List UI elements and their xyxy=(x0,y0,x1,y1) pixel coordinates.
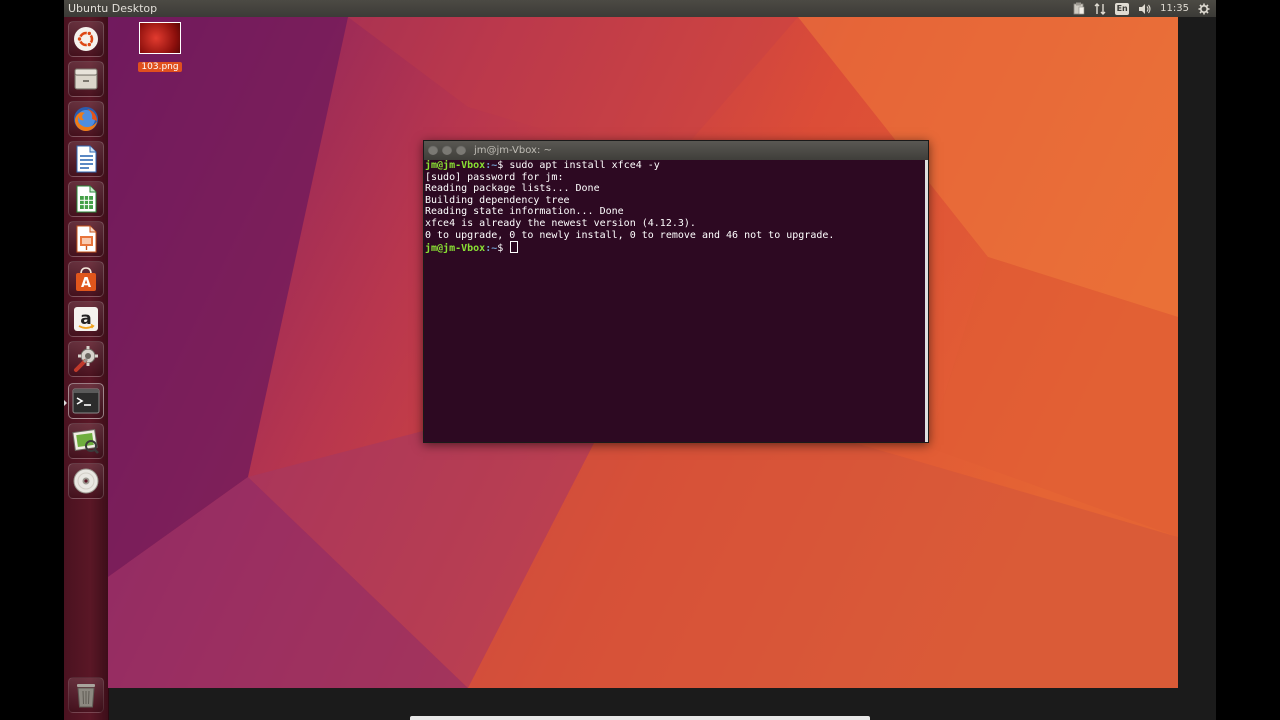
unity-launcher: A a xyxy=(64,17,109,720)
text-cursor xyxy=(510,241,519,254)
desktop-area[interactable]: 103.png jm@jm-Vbox: ~ jm@jm-Vbox:~$ sudo… xyxy=(108,17,1178,688)
terminal-title: jm@jm-Vbox: ~ xyxy=(474,145,552,156)
terminal-line: Reading package lists... Done xyxy=(425,183,600,195)
prompt-user: jm@jm-Vbox xyxy=(425,160,486,171)
desktop-file-label: 103.png xyxy=(138,62,182,72)
network-arrows-icon[interactable] xyxy=(1094,0,1106,17)
launcher-impress[interactable] xyxy=(68,221,104,257)
launcher-calc[interactable] xyxy=(68,181,104,217)
prompt-user: jm@jm-Vbox xyxy=(425,243,486,255)
calc-spreadsheet-icon xyxy=(74,185,98,213)
prompt-symbol: $ xyxy=(497,243,510,255)
launcher-system-settings[interactable] xyxy=(68,341,104,377)
terminal-line-prompt: jm@jm-Vbox:~$ xyxy=(425,241,923,255)
indicator-area: En 11:35 xyxy=(1073,0,1210,17)
minimize-button[interactable] xyxy=(442,145,452,155)
command-text: sudo apt install xfce4 -y xyxy=(509,160,660,171)
prompt-path: :~ xyxy=(485,160,498,171)
disc-icon xyxy=(72,467,100,495)
image-thumbnail xyxy=(139,22,181,54)
launcher-dash-home[interactable] xyxy=(68,21,104,57)
terminal-line: xfce4 is already the newest version (4.1… xyxy=(425,217,696,229)
launcher-files[interactable] xyxy=(68,61,104,97)
prompt-symbol: $ xyxy=(497,160,510,171)
svg-text:A: A xyxy=(81,276,91,291)
svg-text:a: a xyxy=(80,309,91,329)
clipboard-icon[interactable] xyxy=(1073,0,1085,17)
launcher-terminal[interactable] xyxy=(68,383,104,419)
desktop-file-103-png[interactable]: 103.png xyxy=(138,22,182,73)
terminal-line: Reading state information... Done xyxy=(425,206,624,218)
terminal-output[interactable]: jm@jm-Vbox:~$ sudo apt install xfce4 -y[… xyxy=(424,160,923,442)
trash-icon xyxy=(74,681,98,709)
terminal-titlebar[interactable]: jm@jm-Vbox: ~ xyxy=(424,141,928,160)
terminal-window[interactable]: jm@jm-Vbox: ~ jm@jm-Vbox:~$ sudo apt ins… xyxy=(423,140,929,443)
launcher-running-indicator xyxy=(64,400,67,406)
impress-presentation-icon xyxy=(74,225,98,253)
ubuntu-logo-icon xyxy=(73,26,99,52)
maximize-button[interactable] xyxy=(456,145,466,155)
clock[interactable]: 11:35 xyxy=(1160,0,1189,17)
launcher-firefox[interactable] xyxy=(68,101,104,137)
top-panel: Ubuntu Desktop En 11:35 xyxy=(64,0,1216,17)
launcher-writer[interactable] xyxy=(68,141,104,177)
terminal-line: [sudo] password for jm: xyxy=(425,171,564,183)
settings-tools-icon xyxy=(72,345,100,373)
launcher-disc[interactable] xyxy=(68,463,104,499)
terminal-scrollbar[interactable] xyxy=(925,160,928,442)
keyboard-icon[interactable]: En xyxy=(1115,0,1130,17)
file-cabinet-icon xyxy=(73,66,99,92)
launcher-image-viewer[interactable] xyxy=(68,423,104,459)
launcher-ubuntu-software[interactable]: A xyxy=(68,261,104,297)
image-viewer-icon xyxy=(72,427,100,455)
software-bag-icon: A xyxy=(72,265,100,293)
gear-icon[interactable] xyxy=(1198,0,1210,17)
volume-icon[interactable] xyxy=(1138,0,1151,17)
prompt-path: :~ xyxy=(485,243,498,255)
terminal-line: 0 to upgrade, 0 to newly install, 0 to r… xyxy=(425,229,835,241)
close-button[interactable] xyxy=(428,145,438,155)
terminal-icon xyxy=(72,388,100,414)
firefox-icon xyxy=(72,105,100,133)
video-progress-bar xyxy=(410,716,870,720)
launcher-trash[interactable] xyxy=(68,677,104,713)
window-title: Ubuntu Desktop xyxy=(68,2,158,15)
terminal-line-command: jm@jm-Vbox:~$ sudo apt install xfce4 -y xyxy=(425,160,923,172)
launcher-amazon[interactable]: a xyxy=(68,301,104,337)
writer-document-icon xyxy=(74,145,98,173)
amazon-icon: a xyxy=(72,305,100,333)
ubuntu-screen: Ubuntu Desktop En 11:35 A a 103.png jm@j… xyxy=(64,0,1216,720)
terminal-line: Building dependency tree xyxy=(425,194,570,206)
